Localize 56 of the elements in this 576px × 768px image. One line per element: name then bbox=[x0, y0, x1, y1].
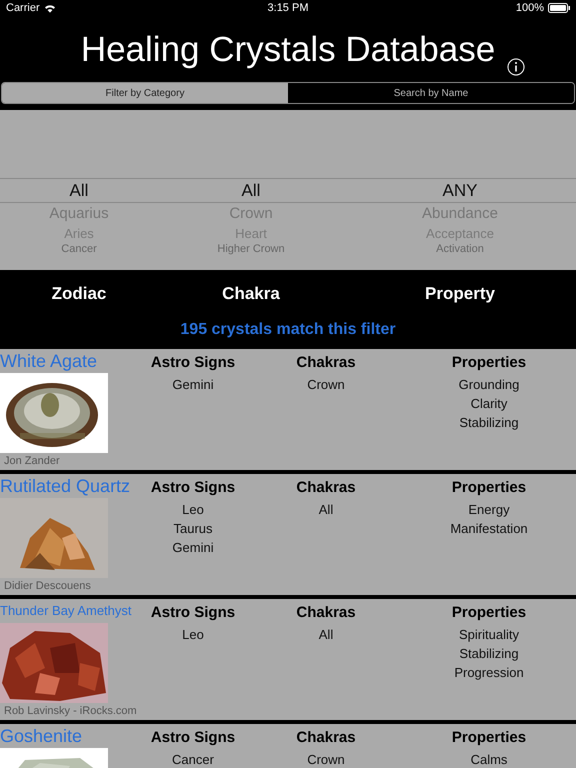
column-heading: Properties bbox=[452, 478, 526, 498]
crystal-name[interactable]: Goshenite bbox=[0, 724, 82, 748]
attribute-value: Gemini bbox=[172, 539, 214, 557]
picker-option[interactable]: Higher Crown bbox=[217, 243, 285, 255]
carrier-name: Carrier bbox=[6, 0, 40, 16]
attribute-value: Energy bbox=[468, 501, 510, 519]
attribute-value: All bbox=[318, 501, 334, 519]
attribute-value: Calms bbox=[470, 751, 508, 768]
attribute-value: Clarity bbox=[470, 395, 508, 413]
column-heading: Astro Signs bbox=[150, 603, 236, 623]
photo-credit: Didier Descouens bbox=[3, 579, 91, 594]
column-heading: Astro Signs bbox=[150, 353, 236, 373]
column-heading: Astro Signs bbox=[150, 728, 236, 748]
column-heading: Chakras bbox=[296, 603, 356, 623]
picker-option[interactable]: Cancer bbox=[61, 243, 97, 255]
attribute-value: Taurus bbox=[173, 520, 213, 538]
filter-label: Zodiac bbox=[52, 284, 106, 304]
column-heading: Chakras bbox=[296, 353, 356, 373]
filter-label: Property bbox=[425, 284, 495, 304]
app-title: Healing Crystals Database bbox=[80, 32, 496, 66]
column-heading: Astro Signs bbox=[150, 478, 236, 498]
attribute-value: Gemini bbox=[172, 376, 214, 394]
attribute-value: Spirituality bbox=[459, 626, 519, 644]
picker-value[interactable]: All bbox=[70, 178, 88, 203]
info-icon[interactable] bbox=[507, 58, 525, 76]
column-heading: Properties bbox=[452, 728, 526, 748]
battery-percent: 100% bbox=[516, 0, 544, 16]
attribute-value: Stabilizing bbox=[459, 414, 519, 432]
column-heading: Properties bbox=[452, 353, 526, 373]
attribute-value: Manifestation bbox=[450, 520, 528, 538]
attribute-value: Stabilizing bbox=[459, 645, 519, 663]
battery-icon bbox=[548, 3, 570, 13]
photo-credit: Rob Lavinsky - iRocks.com bbox=[3, 704, 137, 719]
crystal-name[interactable]: Thunder Bay Amethyst bbox=[0, 599, 132, 623]
status-time: 3:15 PM bbox=[268, 2, 308, 14]
picker-value[interactable]: All bbox=[242, 178, 260, 203]
attribute-value: Crown bbox=[307, 751, 345, 768]
segment-tab[interactable]: Filter by Category bbox=[2, 83, 288, 103]
attribute-value: Grounding bbox=[458, 376, 520, 394]
crystal-name[interactable]: White Agate bbox=[0, 349, 98, 373]
crystal-name[interactable]: Rutilated Quartz bbox=[0, 474, 130, 498]
attribute-value: Progression bbox=[454, 664, 524, 682]
attribute-value: Crown bbox=[307, 376, 345, 394]
match-count: 195 crystals match this filter bbox=[180, 321, 396, 338]
picker-value[interactable]: ANY bbox=[442, 178, 478, 203]
picker-option[interactable]: Activation bbox=[436, 243, 484, 255]
attribute-value: Leo bbox=[182, 626, 204, 644]
photo-credit: Jon Zander bbox=[3, 454, 60, 469]
attribute-value: Leo bbox=[182, 501, 204, 519]
filter-label: Chakra bbox=[222, 284, 280, 304]
column-heading: Chakras bbox=[296, 478, 356, 498]
wifi-icon bbox=[44, 4, 56, 12]
attribute-value: Cancer bbox=[172, 751, 214, 768]
attribute-value: All bbox=[318, 626, 334, 644]
column-heading: Chakras bbox=[296, 728, 356, 748]
column-heading: Properties bbox=[452, 603, 526, 623]
